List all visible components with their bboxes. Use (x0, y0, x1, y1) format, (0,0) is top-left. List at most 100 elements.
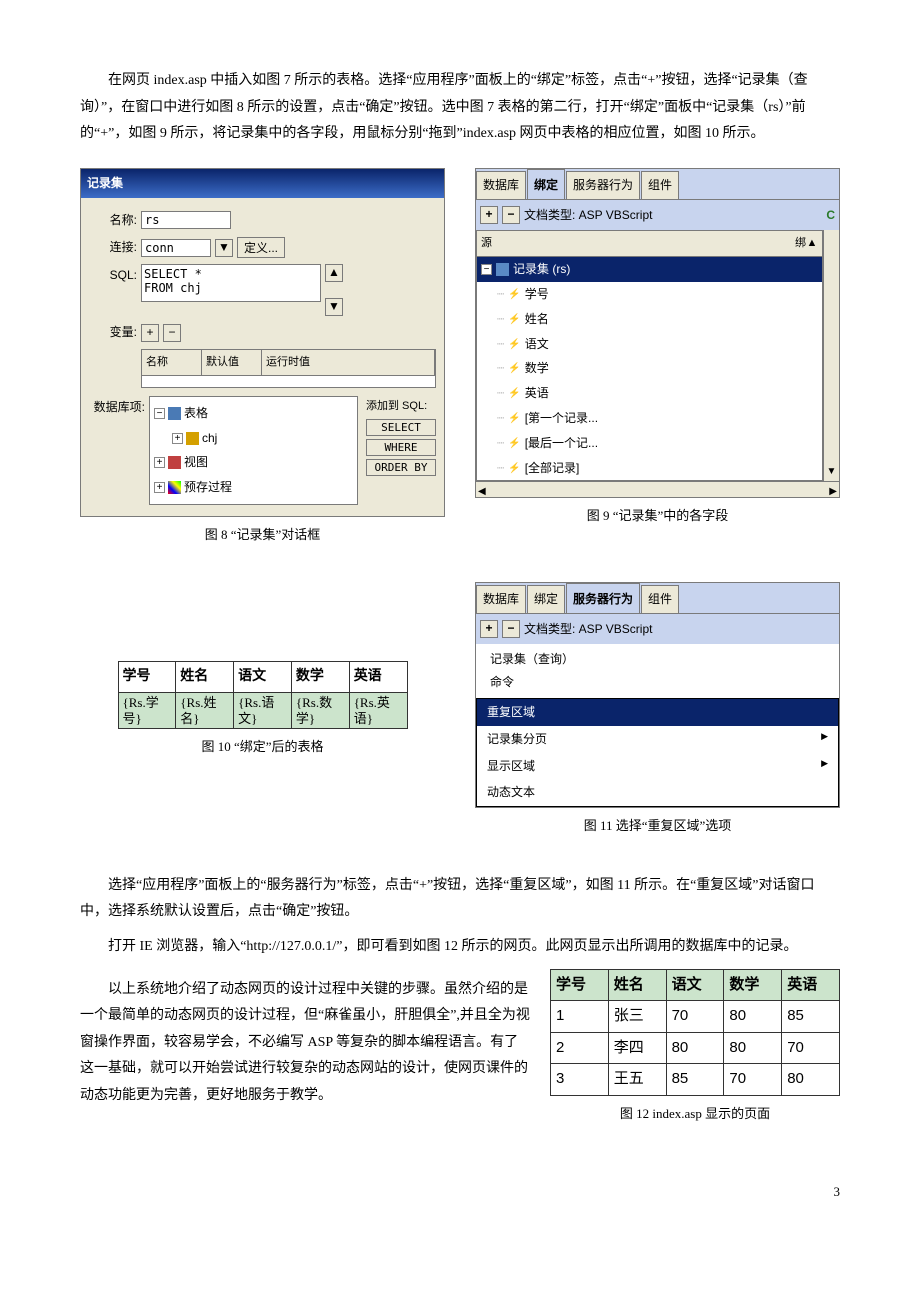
figure-9-caption: 图 9 “记录集”中的各字段 (475, 504, 840, 529)
vertical-scrollbar[interactable]: ▼ (823, 230, 839, 481)
menu-recordset-paging[interactable]: 记录集分页 (477, 726, 838, 753)
add-sql-label: 添加到 SQL: (366, 396, 436, 417)
select-button[interactable]: SELECT (366, 419, 436, 436)
dialog-titlebar: 记录集 (81, 169, 444, 198)
add-var-button[interactable]: + (141, 324, 159, 342)
table-cell: {Rs.英语} (349, 693, 407, 729)
field-item[interactable]: ┈⚡姓名 (477, 307, 822, 332)
table-cell: {Rs.数学} (291, 693, 349, 729)
field-icon: ⚡ (508, 335, 520, 354)
field-item[interactable]: ┈⚡[全部记录] (477, 456, 822, 481)
menu-repeat-region[interactable]: 重复区域 (477, 699, 838, 726)
field-icon: ⚡ (508, 285, 520, 304)
menu-show-region[interactable]: 显示区域 (477, 753, 838, 780)
figures-row-10-11: 学号姓名语文数学英语 {Rs.学号}{Rs.姓名}{Rs.语文}{Rs.数学}{… (80, 582, 840, 853)
behavior-menu: 重复区域 记录集分页 显示区域 动态文本 (476, 698, 839, 807)
define-button[interactable]: 定义... (237, 237, 285, 258)
table-cell: 李四 (608, 1032, 666, 1064)
var-label: 变量: (89, 321, 137, 344)
proc-icon (168, 481, 181, 494)
collapse-icon[interactable]: − (154, 408, 165, 419)
field-item[interactable]: ┈⚡数学 (477, 356, 822, 381)
add-binding-button[interactable]: + (480, 206, 498, 224)
table-cell: 85 (666, 1064, 724, 1096)
text-fig12-wrap: 以上系统地介绍了动态网页的设计过程中关键的步骤。虽然介绍的是一个最简单的动态网页… (80, 969, 840, 1141)
sql-textarea[interactable]: SELECT * FROM chj (141, 264, 321, 302)
source-column: 源 (481, 233, 795, 254)
dropdown-icon[interactable]: ▼ (215, 239, 233, 257)
expand-icon[interactable]: + (172, 433, 183, 444)
table-cell: 80 (782, 1064, 840, 1096)
table-cell: 70 (724, 1064, 782, 1096)
tab-components[interactable]: 组件 (641, 585, 679, 613)
tab-components[interactable]: 组件 (641, 171, 679, 199)
table-header: 姓名 (608, 969, 666, 1001)
table-cell: {Rs.姓名} (176, 693, 234, 729)
remove-var-button[interactable]: − (163, 324, 181, 342)
add-behavior-button[interactable]: + (480, 620, 498, 638)
field-icon: ⚡ (508, 409, 520, 428)
conn-select[interactable] (141, 239, 211, 257)
name-label: 名称: (89, 209, 137, 232)
table-header: 姓名 (176, 661, 234, 693)
field-item[interactable]: ┈⚡英语 (477, 381, 822, 406)
menu-command[interactable]: 命令 (490, 671, 825, 694)
remove-behavior-button[interactable]: − (502, 620, 520, 638)
tab-server-behaviors[interactable]: 服务器行为 (566, 583, 640, 613)
figure-8-caption: 图 8 “记录集”对话框 (80, 523, 445, 548)
scroll-up-icon[interactable]: ▲ (806, 233, 818, 254)
field-icon: ⚡ (508, 359, 520, 378)
table-header: 语文 (666, 969, 724, 1001)
refresh-icon[interactable]: C (826, 204, 835, 227)
view-icon (168, 456, 181, 469)
horizontal-scrollbar[interactable]: ◀▶ (476, 481, 839, 497)
table-group-icon (168, 407, 181, 420)
menu-dynamic-text[interactable]: 动态文本 (477, 779, 838, 806)
bind-column: 绑 (795, 233, 806, 254)
figure-12-caption: 图 12 index.asp 显示的页面 (550, 1102, 840, 1127)
orderby-button[interactable]: ORDER BY (366, 459, 436, 476)
expand-icon[interactable]: + (154, 457, 165, 468)
figures-row-8-9: 记录集 名称: 连接: ▼ 定义... SQL: SELECT * FROM c… (80, 168, 840, 562)
field-icon: ⚡ (508, 384, 520, 403)
tab-database[interactable]: 数据库 (476, 585, 526, 613)
conn-label: 连接: (89, 236, 137, 259)
bindings-panel: 数据库 绑定 服务器行为 组件 + − 文档类型: ASP VBScript C… (475, 168, 840, 499)
field-icon: ⚡ (508, 310, 520, 329)
figure-11: 数据库 绑定 服务器行为 组件 + − 文档类型: ASP VBScript 记… (475, 582, 840, 853)
recordset-node[interactable]: − 记录集 (rs) (477, 257, 822, 282)
field-icon: ⚡ (508, 434, 520, 453)
remove-binding-button[interactable]: − (502, 206, 520, 224)
tab-server-behaviors[interactable]: 服务器行为 (566, 171, 640, 199)
menu-recordset-query[interactable]: 记录集（查询） (490, 648, 825, 671)
table-cell: 85 (782, 1001, 840, 1033)
table-cell: 3 (551, 1064, 609, 1096)
table-cell: 70 (782, 1032, 840, 1064)
db-tree[interactable]: −表格 +chj +视图 +预存过程 (149, 396, 358, 505)
field-item[interactable]: ┈⚡[第一个记录... (477, 406, 822, 431)
recordset-icon (496, 263, 509, 276)
tab-bindings[interactable]: 绑定 (527, 169, 565, 199)
table-cell: 70 (666, 1001, 724, 1033)
bound-table: 学号姓名语文数学英语 {Rs.学号}{Rs.姓名}{Rs.语文}{Rs.数学}{… (118, 661, 408, 730)
name-input[interactable] (141, 211, 231, 229)
table-cell: 80 (666, 1032, 724, 1064)
recordset-dialog: 记录集 名称: 连接: ▼ 定义... SQL: SELECT * FROM c… (80, 168, 445, 517)
table-cell: {Rs.语文} (234, 693, 292, 729)
panel-tabs: 数据库 绑定 服务器行为 组件 (476, 169, 839, 200)
body-para-4: 以上系统地介绍了动态网页的设计过程中关键的步骤。虽然介绍的是一个最简单的动态网页… (80, 977, 530, 1110)
field-item[interactable]: ┈⚡语文 (477, 332, 822, 357)
field-item[interactable]: ┈⚡[最后一个记... (477, 431, 822, 456)
field-item[interactable]: ┈⚡学号 (477, 282, 822, 307)
table-header: 英语 (349, 661, 407, 693)
tab-bindings[interactable]: 绑定 (527, 585, 565, 613)
scroll-up-icon[interactable]: ▲ (325, 264, 343, 282)
where-button[interactable]: WHERE (366, 439, 436, 456)
expand-icon[interactable]: + (154, 482, 165, 493)
figure-12: 学号姓名语文数学英语 1张三7080852李四8080703王五857080 图… (550, 969, 840, 1141)
table-row: 3王五857080 (551, 1064, 840, 1096)
tab-database[interactable]: 数据库 (476, 171, 526, 199)
sql-label: SQL: (89, 264, 137, 287)
scroll-down-icon[interactable]: ▼ (325, 298, 343, 316)
bindings-list[interactable]: 源 绑 ▲ − 记录集 (rs) ┈⚡学号┈⚡姓名┈⚡语文┈⚡数学┈⚡英语┈⚡[… (476, 230, 823, 481)
